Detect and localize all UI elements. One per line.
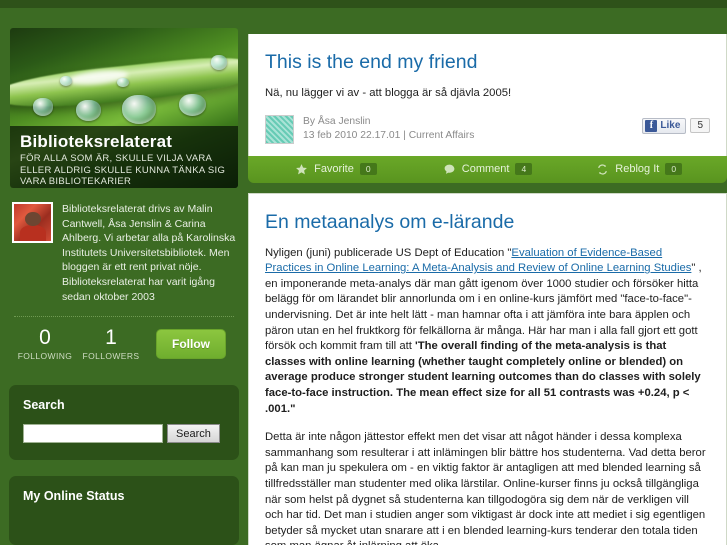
sidebar: Biblioteksrelaterat FÖR ALLA SOM ÄR, SKU…: [0, 8, 248, 545]
online-status-module: My Online Status: [9, 476, 239, 545]
comment-label: Comment: [461, 163, 510, 176]
water-drop-icon: [178, 93, 207, 116]
author-photo-avatar: [12, 202, 53, 243]
water-drop-icon: [60, 76, 72, 86]
followers-label: FOLLOWERS: [82, 351, 140, 362]
search-input[interactable]: [23, 424, 163, 444]
water-drop-icon: [121, 95, 156, 124]
following-label: FOLLOWING: [17, 351, 73, 362]
main-content: This is the end my friend Nä, nu lägger …: [248, 34, 727, 545]
author-avatar: [265, 114, 294, 144]
blog-tagline: FÖR ALLA SOM ÄR, SKULLE VILJA VARA ELLER…: [20, 153, 226, 187]
favorite-action[interactable]: Favorite 0: [260, 163, 412, 176]
reblog-icon: [596, 163, 609, 176]
followers-count: 1: [105, 326, 117, 350]
follow-stats: 0 FOLLOWING 1 FOLLOWERS Follow: [12, 326, 236, 361]
post-title[interactable]: This is the end my friend: [265, 50, 710, 74]
blog-page: Biblioteksrelaterat FÖR ALLA SOM ÄR, SKU…: [0, 0, 727, 545]
search-module-title: Search: [23, 398, 65, 413]
byline-meta: 13 feb 2010 22.17.01 | Current Affairs: [303, 130, 475, 142]
star-icon: [295, 163, 308, 176]
water-drop-icon: [117, 77, 129, 88]
about-block: Biblioteksrelaterat drivs av Malin Cantw…: [12, 202, 236, 304]
search-button[interactable]: Search: [167, 424, 220, 444]
byline-author: By Åsa Jenslin: [303, 115, 371, 127]
comment-count: 4: [515, 163, 533, 176]
banner-title-overlay: Biblioteksrelaterat FÖR ALLA SOM ÄR, SKU…: [10, 126, 238, 188]
post-footer: By Åsa Jenslin 13 feb 2010 22.17.01 | Cu…: [265, 114, 710, 144]
post-title[interactable]: En metaanalys om e-lärande: [265, 210, 710, 234]
online-status-title: My Online Status: [23, 489, 125, 504]
water-drop-icon: [210, 55, 227, 70]
top-strip: [0, 0, 727, 8]
post-card: En metaanalys om e-lärande Nyligen (juni…: [248, 192, 727, 545]
following-count: 0: [39, 326, 51, 350]
water-drop-icon: [76, 100, 102, 121]
water-drop-icon: [32, 98, 54, 116]
post-card: This is the end my friend Nä, nu lägger …: [248, 34, 727, 156]
byline: By Åsa Jenslin 13 feb 2010 22.17.01 | Cu…: [303, 115, 474, 144]
reblog-action[interactable]: Reblog It 0: [563, 163, 715, 176]
comment-bubble-icon: [443, 163, 456, 176]
divider: [14, 316, 234, 318]
facebook-like-count: 5: [690, 118, 710, 134]
follow-button[interactable]: Follow: [156, 328, 226, 359]
blog-header-banner: Biblioteksrelaterat FÖR ALLA SOM ÄR, SKU…: [10, 28, 238, 188]
comment-action[interactable]: Comment 4: [412, 163, 564, 176]
facebook-like-label: Like: [660, 120, 681, 132]
about-text: Biblioteksrelaterat drivs av Malin Cantw…: [62, 203, 236, 303]
facebook-icon: f: [645, 119, 658, 132]
search-module: Search Search: [9, 385, 239, 461]
favorite-count: 0: [359, 163, 377, 176]
blog-title: Biblioteksrelaterat: [20, 132, 173, 151]
followers-stat[interactable]: 1 FOLLOWERS: [78, 326, 144, 361]
facebook-like-button[interactable]: f Like: [642, 117, 687, 134]
post-body: Nä, nu lägger vi av - att blogga är så d…: [265, 87, 512, 99]
byline-wrap: By Åsa Jenslin 13 feb 2010 22.17.01 | Cu…: [265, 114, 474, 144]
post-body: Nyligen (juni) publicerade US Dept of Ed…: [265, 246, 706, 545]
favorite-label: Favorite: [314, 163, 354, 176]
facebook-like-widget: f Like 5: [642, 115, 710, 134]
post-action-bar: Favorite 0 Comment 4 Reblog It 0: [248, 155, 727, 183]
reblog-label: Reblog It: [615, 163, 660, 176]
search-row: Search: [23, 424, 225, 444]
reblog-count: 0: [665, 163, 683, 176]
following-stat[interactable]: 0 FOLLOWING: [12, 326, 78, 361]
